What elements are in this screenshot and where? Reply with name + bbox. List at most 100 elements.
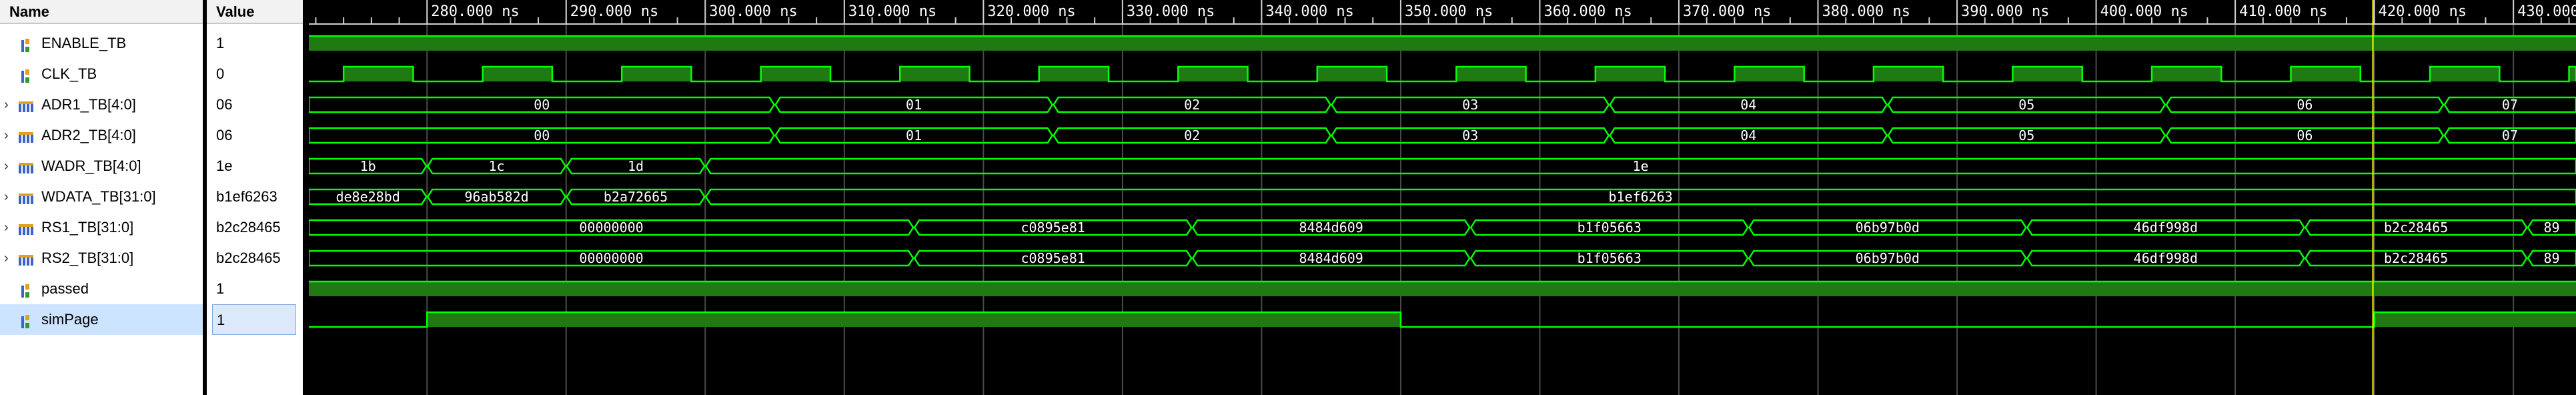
bus-value-label: c0895e81 [1021, 250, 1085, 266]
signal-bit-icon [17, 35, 35, 52]
clock-high-fill [2291, 67, 2361, 81]
signal-value-clk-tb[interactable]: 0 [207, 59, 303, 89]
expand-chevron-icon[interactable]: › [4, 120, 13, 151]
bus-value-label: 46df998d [2134, 250, 2198, 266]
signal-value-adr1-tb[interactable]: 06 [207, 89, 303, 120]
ruler-time-label: 310.000 ns [848, 3, 936, 20]
ruler-time-label: 320.000 ns [987, 3, 1075, 20]
bus-value-label: 07 [2502, 97, 2518, 113]
bus-value-label: b1f05663 [1577, 220, 1642, 236]
value-column-header[interactable]: Value [207, 0, 303, 24]
bus-value-label: c0895e81 [1021, 220, 1085, 236]
wave-high-fill-passed [309, 282, 2576, 296]
signal-row-clk-tb[interactable]: CLK_TB [0, 59, 203, 89]
waveform-canvas[interactable]: 280.000 ns 290.000 ns 300.000 ns 310.000 ns… [309, 0, 2576, 395]
signal-row-passed[interactable]: passed [0, 274, 203, 304]
expand-chevron-icon[interactable]: › [4, 181, 13, 212]
signal-value-adr2-tb[interactable]: 06 [207, 120, 303, 151]
signal-value-column: Value 1 0 06 06 1e b1ef6263 b2c28465 b2c28465 1 1 [207, 0, 303, 395]
bus-value-label: b2c28465 [2384, 220, 2448, 236]
signal-row-simpage[interactable]: simPage [0, 304, 203, 335]
clock-high-fill [2151, 67, 2222, 81]
signal-row-adr2-tb[interactable]: › ADR2_TB[4:0] [0, 120, 203, 151]
bus-value-label: 8484d609 [1299, 250, 1363, 266]
bus-value-label: 1b [360, 158, 376, 174]
clock-high-fill [1317, 67, 1387, 81]
signal-name: ADR2_TB[4:0] [41, 127, 136, 143]
signal-name: RS2_TB[31:0] [41, 250, 134, 266]
clock-high-fill [1595, 67, 1666, 81]
ruler-time-label: 330.000 ns [1127, 3, 1215, 20]
signal-value-simpage[interactable]: 1 [212, 304, 296, 335]
signal-bit-icon [17, 280, 35, 298]
bus-value-label: b1f05663 [1577, 250, 1642, 266]
signal-bus-icon [17, 96, 35, 113]
bus-value-label: b2a72665 [604, 189, 668, 205]
wave-high-fill-enable-tb [309, 36, 2576, 51]
expand-chevron-icon[interactable]: › [4, 89, 13, 120]
bus-value-label: 03 [1462, 97, 1478, 113]
ruler-time-label: 380.000 ns [1822, 3, 1910, 20]
signal-row-enable-tb[interactable]: ENABLE_TB [0, 28, 203, 59]
ruler-time-label: 340.000 ns [1265, 3, 1353, 20]
ruler-time-label: 420.000 ns [2379, 3, 2467, 20]
clock-high-fill [622, 67, 692, 81]
clock-high-fill [2569, 67, 2576, 81]
expand-chevron-icon[interactable]: › [4, 243, 13, 274]
signal-row-wadr-tb[interactable]: › WADR_TB[4:0] [0, 151, 203, 181]
signal-value-rs2-tb[interactable]: b2c28465 [207, 243, 303, 274]
expand-chevron-icon[interactable]: › [4, 212, 13, 243]
clock-high-fill [760, 67, 830, 81]
expand-chevron-icon[interactable]: › [4, 151, 13, 181]
signal-bus-icon [17, 250, 35, 267]
signal-name: ADR1_TB[4:0] [41, 96, 136, 113]
bus-value-label: de8e28bd [336, 189, 400, 205]
signal-value-rs1-tb[interactable]: b2c28465 [207, 212, 303, 243]
bus-value-label: 06b97b0d [1856, 250, 1920, 266]
signal-name: CLK_TB [41, 65, 97, 82]
wave-high-fill-simpage [427, 312, 1401, 327]
signal-value-wadr-tb[interactable]: 1e [207, 151, 303, 181]
name-column-header[interactable]: Name [0, 0, 203, 24]
clock-high-fill [2430, 67, 2500, 81]
signal-row-rs1-tb[interactable]: › RS1_TB[31:0] [0, 212, 203, 243]
signal-bus-icon [17, 188, 35, 206]
bus-value-label: 06 [2297, 127, 2313, 143]
bus-value-label: 01 [906, 127, 922, 143]
signal-row-adr1-tb[interactable]: › ADR1_TB[4:0] [0, 89, 203, 120]
signal-name: WADR_TB[4:0] [41, 157, 141, 174]
bus-value-label: b1ef6263 [1608, 189, 1672, 205]
bus-value-label: 1c [488, 158, 504, 174]
bus-value-label: 1d [628, 158, 644, 174]
ruler-time-label: 360.000 ns [1543, 3, 1632, 20]
bus-value-label: 01 [906, 97, 922, 113]
ruler-time-label: 290.000 ns [570, 3, 658, 20]
clock-high-fill [1178, 67, 1248, 81]
waveform-splitter[interactable] [303, 0, 309, 395]
bus-value-label: 00000000 [579, 250, 643, 266]
signal-row-rs2-tb[interactable]: › RS2_TB[31:0] [0, 243, 203, 274]
clock-high-fill [1734, 67, 1804, 81]
ruler-time-label: 350.000 ns [1405, 3, 1493, 20]
bus-value-label: 04 [1740, 127, 1756, 143]
bus-value-label: 05 [2018, 127, 2034, 143]
bus-value-label: 03 [1462, 127, 1478, 143]
signal-row-wdata-tb[interactable]: › WDATA_TB[31:0] [0, 181, 203, 212]
signal-name: WDATA_TB[31:0] [41, 188, 156, 205]
bus-value-label: 00 [534, 97, 550, 113]
signal-bus-icon [17, 219, 35, 236]
bus-value-label: 02 [1184, 127, 1200, 143]
signal-value-enable-tb[interactable]: 1 [207, 28, 303, 59]
clock-high-fill [344, 67, 414, 81]
signal-value-passed[interactable]: 1 [207, 274, 303, 304]
signal-name: simPage [41, 311, 99, 328]
signal-value-wdata-tb[interactable]: b1ef6263 [207, 181, 303, 212]
ruler-time-label: 410.000 ns [2239, 3, 2327, 20]
bus-value-label: 46df998d [2134, 220, 2198, 236]
clock-high-fill [900, 67, 970, 81]
ruler-time-label: 400.000 ns [2100, 3, 2188, 20]
bus-value-label: 96ab582d [464, 189, 528, 205]
ruler-time-label: 370.000 ns [1683, 3, 1771, 20]
clock-high-fill [482, 67, 552, 81]
bus-value-label: 02 [1184, 97, 1200, 113]
